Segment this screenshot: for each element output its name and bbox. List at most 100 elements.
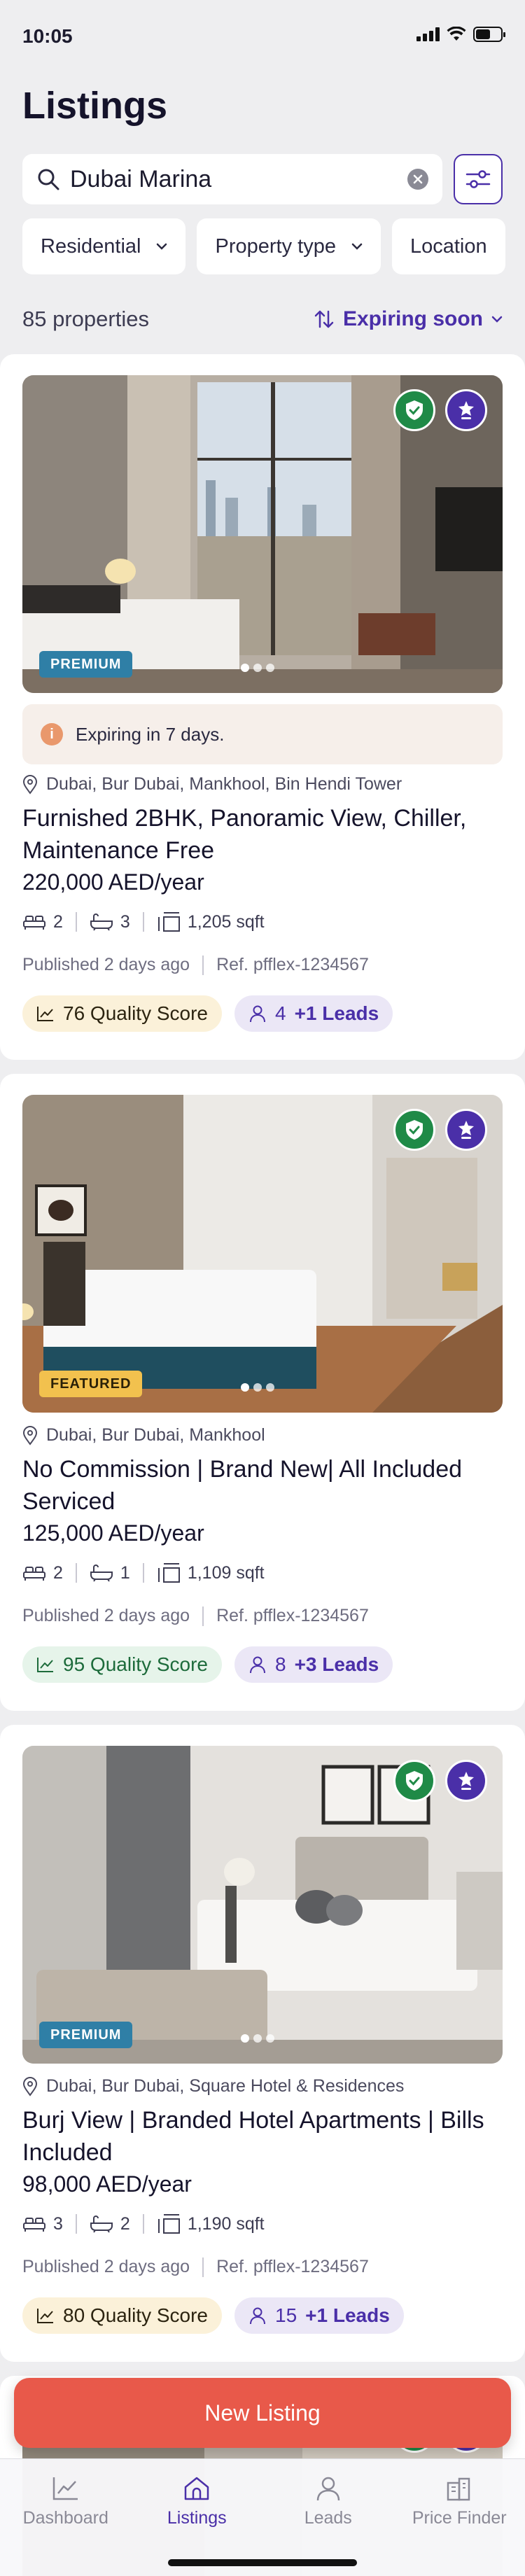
tab-label: Leads [304,2508,352,2528]
tab-price-finder[interactable]: Price Finder [394,2459,525,2576]
listing-price: 125,000 AED/year [22,1520,204,1546]
wifi-icon [447,27,466,41]
leads-count: 15 [275,2304,298,2326]
tab-label: Listings [167,2508,227,2528]
quality-score-pill[interactable]: 76 Quality Score [22,995,222,1032]
results-summary: 85 properties Expiring soon [22,300,503,339]
filter-chip-location[interactable]: Location [391,218,505,274]
listing-title[interactable]: Burj View | Branded Hotel Apartments | B… [22,2104,503,2169]
chevron-down-icon [351,243,363,250]
photo-pagination-dots[interactable] [241,1383,274,1392]
published-date: 2 days ago [104,955,190,974]
tab-listings[interactable]: Listings [132,2459,263,2576]
user-icon [250,1005,265,1023]
bedrooms-spec: 2 [22,1563,63,1583]
leads-extra: +1 Leads [294,1002,379,1024]
building-search-icon [447,2477,470,2501]
bathtub-icon [90,1564,113,1582]
area-value: 1,109 sqft [187,1562,265,1583]
area-value: 1,190 sqft [187,2213,265,2234]
leads-pill[interactable]: 4 +1 Leads [234,995,393,1032]
leads-pill[interactable]: 15 +1 Leads [234,2297,404,2334]
divider [75,2214,77,2234]
bathrooms-spec: 3 [90,912,130,932]
listing-location: Dubai, Bur Dubai, Square Hotel & Residen… [22,2076,404,2096]
filter-settings-button[interactable] [454,154,503,204]
quality-score: 80 Quality Score [63,2304,208,2326]
featured-badge: FEATURED [39,1371,143,1397]
award-star-icon [458,1121,474,1139]
published-date: 2 days ago [104,2257,190,2276]
sliders-icon [465,170,491,188]
leads-extra: +1 Leads [305,2304,390,2326]
clear-search-button[interactable] [407,169,428,190]
listing-specs: 2 1 1,109 sqft [22,1562,265,1583]
published-date: 2 days ago [104,1606,190,1625]
home-indicator [168,2559,357,2566]
bathrooms-count: 2 [120,2213,130,2234]
sort-arrows-icon [314,310,334,328]
photo-pagination-dots[interactable] [241,2034,274,2043]
award-star-icon [458,1772,474,1790]
search-input[interactable] [70,165,407,193]
trend-chart-icon [37,2309,53,2323]
user-icon [250,1656,265,1674]
reference-number: Ref. pfflex-1234567 [216,1606,369,1625]
search-bar[interactable] [22,154,442,204]
listing-card[interactable]: PREMIUM i Expiring in 7 days. Dubai, Bur… [0,354,525,1060]
published-label: Published [22,955,99,974]
divider [202,2257,204,2277]
verified-badge [393,1109,435,1151]
bathrooms-count: 1 [120,1562,130,1583]
leads-pill[interactable]: 8 +3 Leads [234,1646,393,1683]
award-star-icon [458,401,474,419]
filter-chips: Residential Property type Location [22,218,525,274]
photo-pagination-dots[interactable] [241,664,274,672]
page-title: Listings [22,85,168,127]
cellular-signal-icon [416,27,440,41]
bed-icon [23,2218,46,2232]
listing-stats: 80 Quality Score 15 +1 Leads [22,2297,404,2334]
new-listing-button[interactable]: New Listing [14,2378,511,2448]
divider [202,955,204,975]
listing-specs: 2 3 1,205 sqft [22,911,265,932]
location-pin-icon [22,774,38,794]
leads-count: 8 [275,1653,286,1675]
filter-chip-property-type[interactable]: Property type [197,218,381,274]
listing-stats: 76 Quality Score 4 +1 Leads [22,995,393,1032]
listing-meta: Published 2 days ago Ref. pfflex-1234567 [22,2257,369,2277]
quality-score-pill[interactable]: 80 Quality Score [22,2297,222,2334]
info-icon: i [41,723,63,746]
filter-chip-category[interactable]: Residential [22,218,186,274]
tab-dashboard[interactable]: Dashboard [0,2459,132,2576]
filter-chip-label: Residential [41,234,141,258]
listing-photo[interactable]: PREMIUM [22,1746,503,2064]
location-pin-icon [22,1425,38,1446]
listing-card[interactable]: FEATURED Dubai, Bur Dubai, Mankhool No C… [0,1074,525,1711]
bathrooms-spec: 1 [90,1563,130,1583]
listing-photo[interactable]: FEATURED [22,1095,503,1413]
listing-title[interactable]: Furnished 2BHK, Panoramic View, Chiller,… [22,802,503,867]
sort-button[interactable]: Expiring soon [314,307,503,331]
trend-chart-icon [37,1007,53,1021]
bedrooms-spec: 2 [22,912,63,932]
listing-title[interactable]: No Commission | Brand New| All Included … [22,1453,503,1518]
tab-leads[interactable]: Leads [262,2459,394,2576]
status-bar: 10:05 [0,0,525,70]
listing-stats: 95 Quality Score 8 +3 Leads [22,1646,393,1683]
superagent-badge [445,389,487,431]
superagent-badge [445,1760,487,1802]
area-spec: 1,190 sqft [157,2213,265,2234]
listing-price: 98,000 AED/year [22,2171,192,2197]
bedrooms-count: 2 [53,911,63,932]
listing-card[interactable]: PREMIUM Dubai, Bur Dubai, Square Hotel &… [0,1725,525,2362]
user-icon [250,2307,265,2325]
area-spec: 1,109 sqft [157,1562,265,1583]
battery-icon [473,27,505,42]
shield-check-icon [406,1120,423,1140]
quality-score-pill[interactable]: 95 Quality Score [22,1646,222,1683]
listing-photo[interactable]: PREMIUM [22,375,503,693]
quality-score: 95 Quality Score [63,1653,208,1675]
quality-score: 76 Quality Score [63,1002,208,1024]
location-text: Dubai, Bur Dubai, Mankhool, Bin Hendi To… [46,774,402,794]
